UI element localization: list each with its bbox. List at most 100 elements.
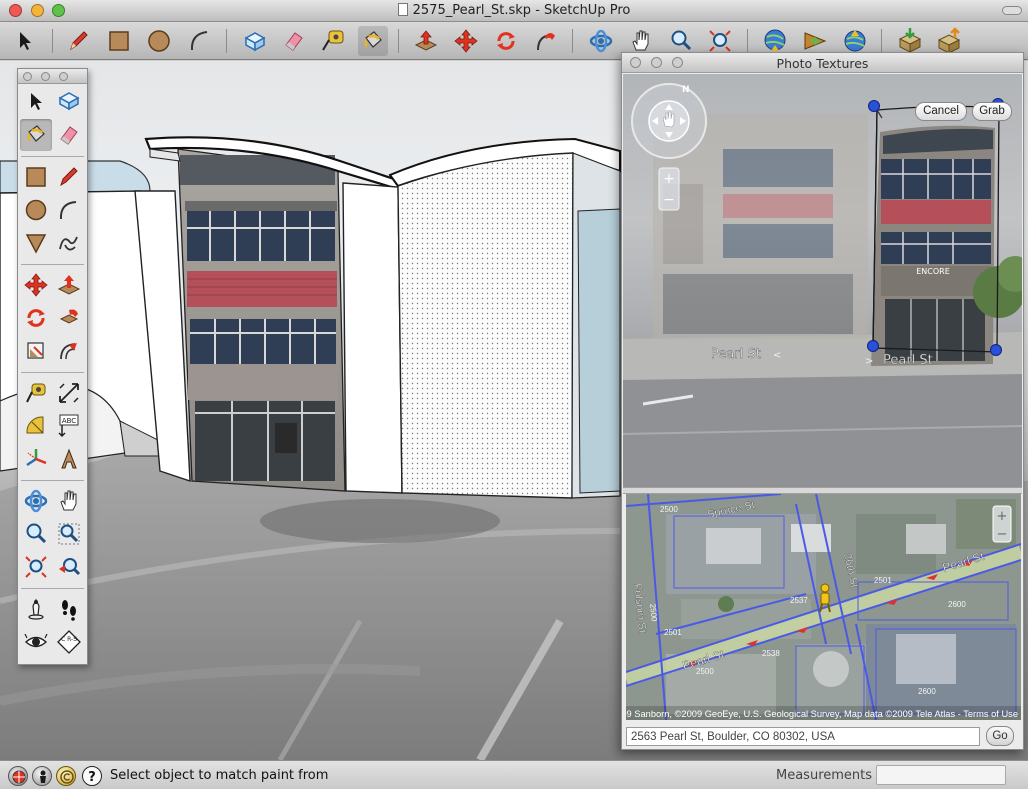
lot-number: 2600 [918, 687, 936, 696]
palette-separator [21, 372, 84, 373]
circle-icon [148, 30, 170, 52]
photo-textures-titlebar[interactable]: Photo Textures [622, 53, 1023, 73]
zoom-window-icon [58, 523, 80, 545]
palette-titlebar[interactable] [18, 69, 87, 84]
palette-zoom-extents-button[interactable] [20, 551, 52, 583]
street-view-zoom-control[interactable]: + − [658, 167, 680, 211]
measurements-input[interactable] [876, 765, 1006, 785]
zoom-out-icon[interactable]: − [663, 192, 675, 208]
palette-previous-view-button[interactable] [53, 551, 85, 583]
toolbar-paint-bucket-button[interactable] [358, 26, 388, 56]
street-label-left: Pearl St [711, 347, 761, 362]
toolbar-separator [398, 29, 399, 53]
position-camera-icon [28, 598, 44, 620]
palette-protractor-button[interactable] [20, 410, 52, 442]
cancel-button[interactable]: Cancel [915, 102, 967, 121]
get-models-icon [898, 28, 922, 53]
eraser-icon [60, 126, 78, 145]
toolbar-circle-button[interactable] [144, 26, 174, 56]
palette-zoom-window-button[interactable] [53, 518, 85, 550]
toolbar-toggle-button[interactable] [1002, 6, 1022, 15]
palette-scale-button[interactable] [20, 335, 52, 367]
map-zoom-in-icon[interactable]: + [997, 509, 1008, 524]
toolbar-pencil-button[interactable] [63, 26, 93, 56]
map-zoom-control[interactable]: + − [992, 505, 1012, 543]
palette-position-camera-button[interactable] [20, 593, 52, 625]
help-icon[interactable]: ? [82, 766, 102, 786]
palette-orbit-button[interactable] [20, 485, 52, 517]
toolbar-push-pull-button[interactable] [411, 26, 441, 56]
palette-text-button[interactable]: ABC [53, 410, 85, 442]
palette-pan-button[interactable] [53, 485, 85, 517]
palette-minimize-button[interactable] [41, 72, 50, 81]
palette-select-button[interactable] [20, 85, 52, 117]
arc-icon [190, 31, 208, 51]
go-button[interactable]: Go [986, 726, 1014, 746]
rotate-icon [27, 309, 45, 327]
make-component-icon [244, 32, 266, 52]
toolbar-eraser-button[interactable] [279, 26, 309, 56]
tool-palette: ABC C R-S [17, 68, 88, 665]
select-icon [20, 32, 31, 50]
follow-me-icon [59, 309, 79, 324]
map-zoom-out-icon[interactable]: − [997, 527, 1008, 542]
pan-icon [60, 490, 77, 511]
palette-zoom-button[interactable] [20, 518, 52, 550]
palette-look-around-button[interactable] [20, 626, 52, 658]
palette-polygon-button[interactable] [20, 227, 52, 259]
toolbar-follow-me-button[interactable] [531, 26, 561, 56]
toolbar-move-button[interactable] [451, 26, 481, 56]
palette-offset-button[interactable] [53, 335, 85, 367]
palette-dimension-button[interactable] [53, 377, 85, 409]
toolbar-orbit-button[interactable] [586, 26, 616, 56]
toolbar-rectangle-button[interactable] [104, 26, 134, 56]
palette-make-component-button[interactable] [53, 85, 85, 117]
street-view-scene: ENCORE Pearl St < > Pearl St N + − [623, 83, 1022, 487]
grab-button[interactable]: Grab [972, 102, 1012, 121]
palette-circle-button[interactable] [20, 194, 52, 226]
palette-arc-button[interactable] [53, 194, 85, 226]
polygon-icon [25, 234, 47, 254]
zoom-icon [671, 30, 692, 51]
palette-close-button[interactable] [23, 72, 32, 81]
aerial-map[interactable]: Spruce St 26th St Pearl St Pearl St Fols… [626, 494, 1021, 720]
palette-walk-button[interactable] [53, 593, 85, 625]
rectangle-icon [26, 167, 46, 187]
panel-split-handle[interactable] [623, 487, 1022, 494]
palette-3d-text-button[interactable] [53, 443, 85, 475]
section-tool-label: C R-S [61, 636, 77, 643]
address-input[interactable] [626, 727, 980, 746]
toolbar-tape-measure-button[interactable] [318, 26, 348, 56]
palette-zoom-button[interactable] [59, 72, 68, 81]
palette-move-button[interactable] [20, 269, 52, 301]
palette-axes-button[interactable] [20, 443, 52, 475]
street-view-image[interactable]: ENCORE Pearl St < > Pearl St N + − Cance… [623, 74, 1022, 487]
palette-rectangle-button[interactable] [20, 161, 52, 193]
move-icon [454, 29, 478, 53]
palette-rotate-button[interactable] [20, 302, 52, 334]
geo-location-icon[interactable] [8, 766, 28, 786]
palette-tape-measure-button[interactable] [20, 377, 52, 409]
toolbar-select-button[interactable] [11, 26, 41, 56]
toolbar-make-component-button[interactable] [240, 26, 270, 56]
palette-section-plane-button[interactable]: C R-S [53, 626, 85, 658]
status-message: Select object to match paint from [110, 768, 329, 783]
3d-text-icon [61, 448, 77, 469]
copyright-icon[interactable] [56, 766, 76, 786]
palette-eraser-button[interactable] [53, 119, 85, 151]
zoom-in-icon[interactable]: + [663, 171, 675, 187]
palette-follow-me-button[interactable] [53, 302, 85, 334]
palette-line-button[interactable] [53, 161, 85, 193]
street-view-nav-control[interactable]: N [631, 83, 707, 159]
credits-icon[interactable] [32, 766, 52, 786]
offset-icon [60, 343, 77, 360]
place-model-icon [844, 30, 866, 52]
previous-view-icon [59, 558, 81, 576]
toolbar-rotate-button[interactable] [491, 26, 521, 56]
zoom-icon [26, 523, 47, 544]
palette-freehand-button[interactable] [53, 227, 85, 259]
map-attribution: ©2009 Sanborn, ©2009 GeoEye, U.S. Geolog… [626, 709, 1018, 719]
palette-push-pull-button[interactable] [53, 269, 85, 301]
toolbar-arc-button[interactable] [185, 26, 215, 56]
palette-paint-bucket-button[interactable] [20, 119, 52, 151]
